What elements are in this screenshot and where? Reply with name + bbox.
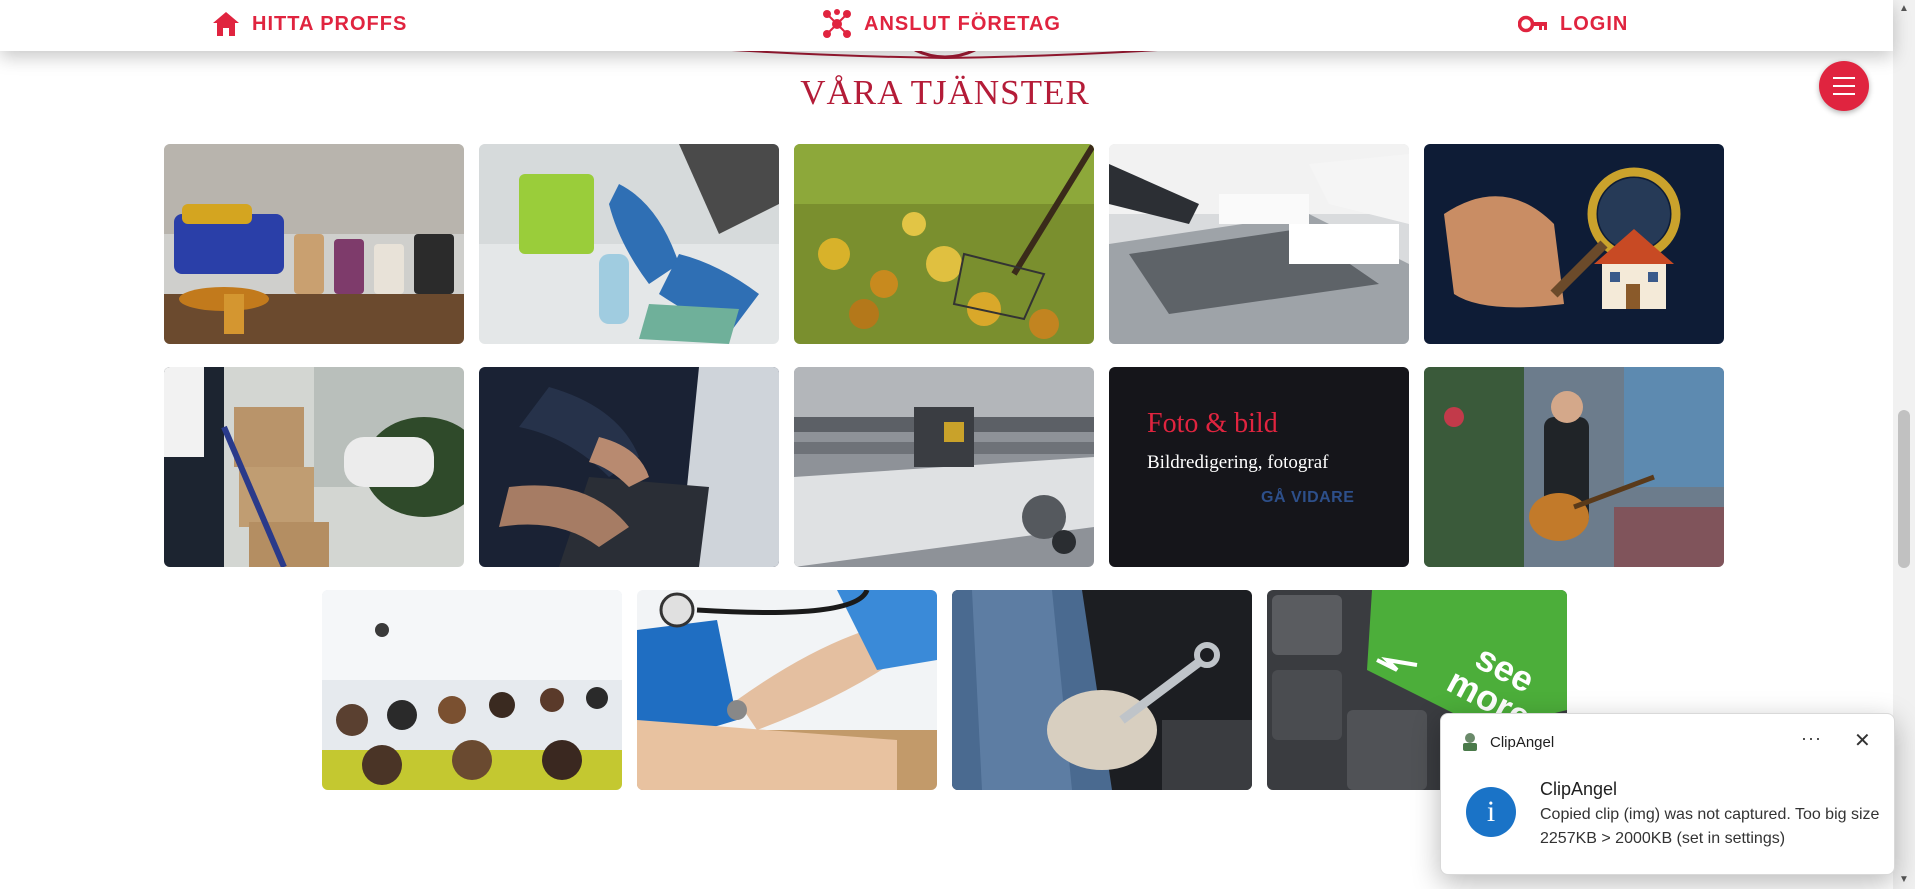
key-icon [1518,15,1547,33]
menu-line-icon [1833,85,1855,87]
service-tile-garden[interactable] [794,144,1094,344]
more-options-icon[interactable]: ··· [1801,728,1822,749]
service-tile-education[interactable] [322,590,622,790]
go-further-link[interactable]: GÅ VIDARE [1261,489,1354,507]
scroll-down-arrow-icon[interactable]: ▼ [1897,873,1911,887]
accounting-image [1109,144,1409,344]
service-tile-cleaning[interactable] [479,144,779,344]
toast-app-name: ClipAngel [1490,734,1555,751]
cleaning-image [479,144,779,344]
repair-image [952,590,1252,790]
service-tile-real-estate[interactable] [1424,144,1724,344]
top-nav: HITTA PROFFS ANSLUT FÖRETAG LOGIN [0,0,1893,51]
nav-login[interactable]: LOGIN [1518,8,1628,40]
scroll-up-arrow-icon[interactable]: ▲ [1897,2,1911,16]
service-tile-accounting[interactable] [1109,144,1409,344]
music-image [1424,367,1724,567]
hamburger-menu-button[interactable] [1819,61,1869,111]
nav-login-label: LOGIN [1560,12,1629,35]
moving-image [164,367,464,567]
network-icon [823,9,851,38]
service-tile-music[interactable] [1424,367,1724,567]
service-tile-it[interactable] [479,367,779,567]
toast-title: ClipAngel [1540,779,1618,799]
service-tile-healthcare[interactable] [637,590,937,790]
clipangel-app-icon [1463,733,1477,751]
crafts-image [164,144,464,344]
notification-toast[interactable]: ClipAngel ··· ✕ i ClipAngel Copied clip … [1440,713,1895,875]
healthcare-image [637,590,937,790]
service-tile-photo[interactable]: Foto & bild Bildredigering, fotograf GÅ … [1109,367,1409,567]
home-icon [213,12,239,36]
service-tile-crafts[interactable] [164,144,464,344]
nav-find-pros-label: HITTA PROFFS [252,12,408,35]
nav-find-pros[interactable]: HITTA PROFFS [212,8,407,40]
printing-image [794,367,1094,567]
education-image [322,590,622,790]
close-icon[interactable]: ✕ [1854,728,1871,753]
nav-connect-company-label: ANSLUT FÖRETAG [864,12,1061,35]
service-subtitle: Bildredigering, fotograf [1147,452,1329,473]
scroll-thumb[interactable] [1898,410,1910,568]
menu-line-icon [1833,93,1855,95]
service-title: Foto & bild [1147,408,1278,439]
toast-message: Copied clip (img) was not captured. Too … [1540,806,1880,847]
service-tile-moving[interactable] [164,367,464,567]
info-icon: i [1466,787,1516,837]
service-tile-printing[interactable] [794,367,1094,567]
nav-connect-company[interactable]: ANSLUT FÖRETAG [822,8,1061,40]
menu-line-icon [1833,77,1855,79]
garden-image [794,144,1094,344]
section-title: VÅRA TJÄNSTER [800,73,1090,112]
it-image [479,367,779,567]
real-estate-image [1424,144,1724,344]
service-tile-repair[interactable] [952,590,1252,790]
